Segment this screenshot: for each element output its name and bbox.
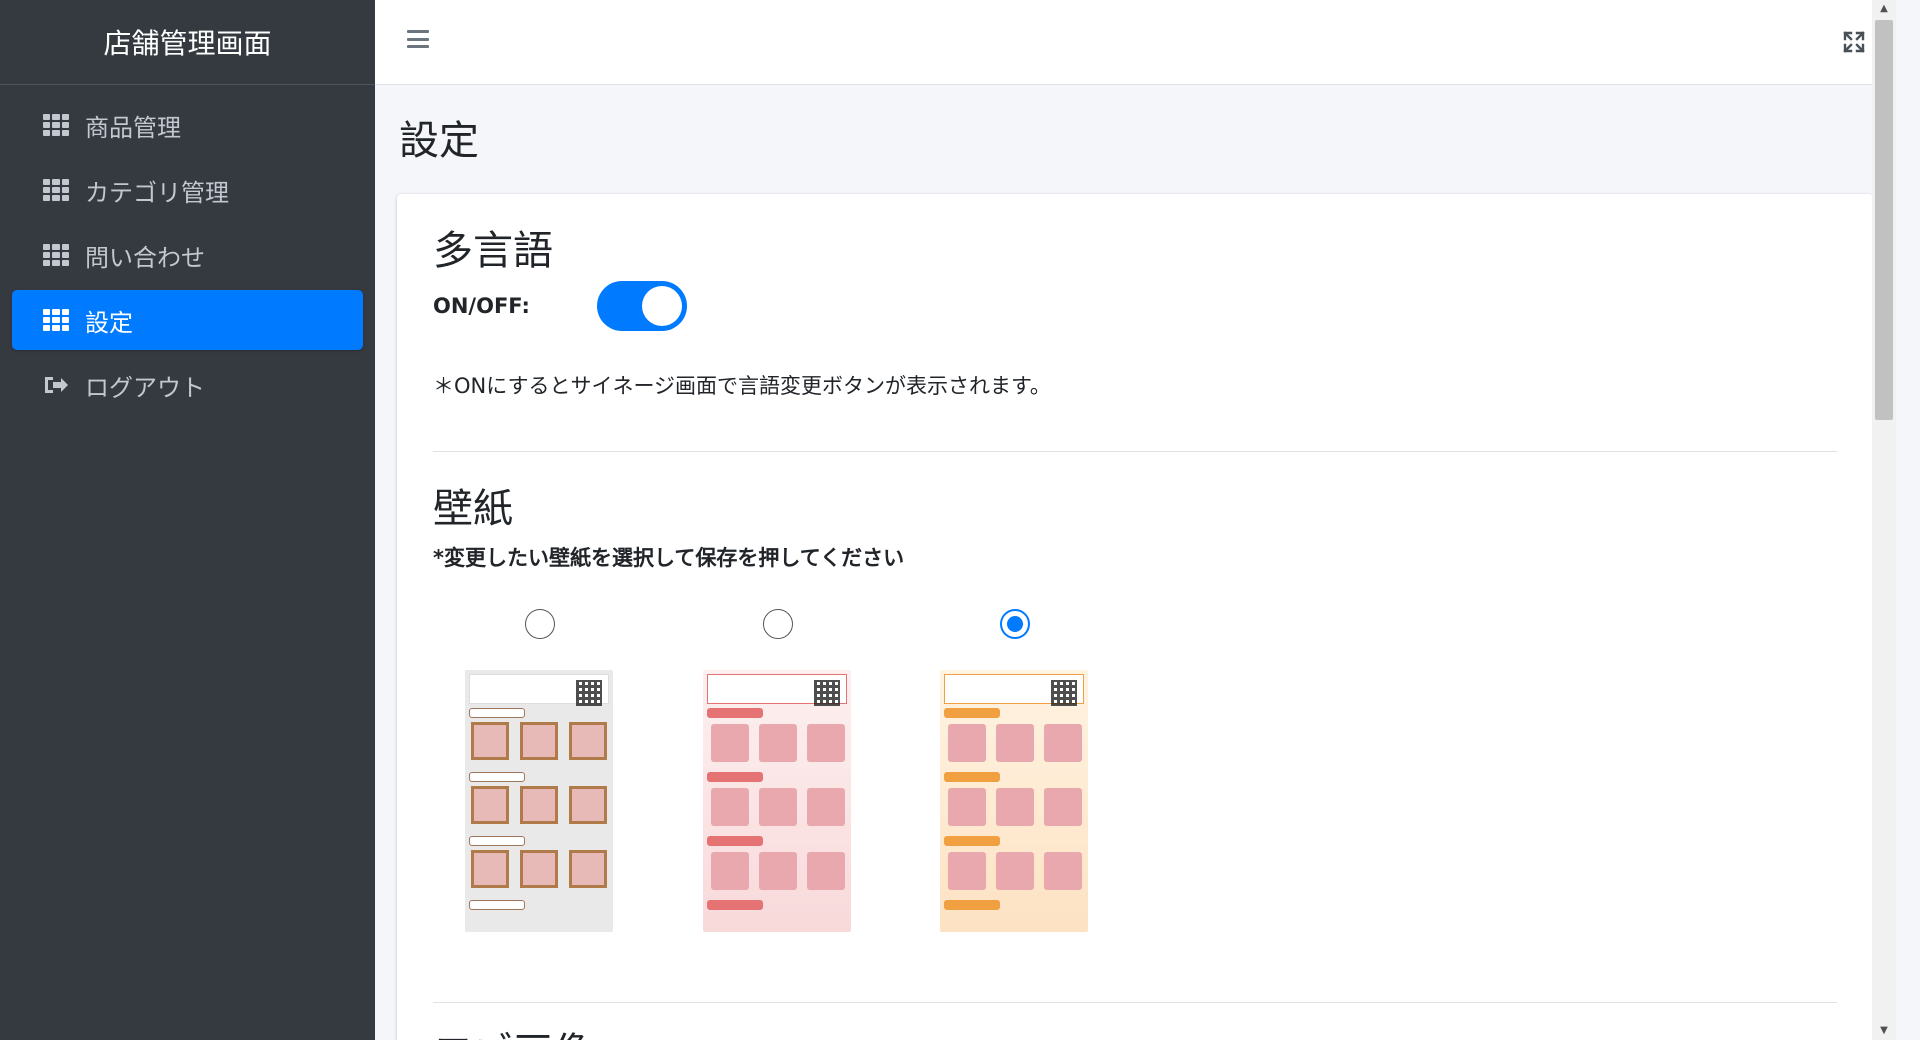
qr-code-icon bbox=[814, 680, 840, 706]
sidebar-item-label: 問い合わせ bbox=[85, 243, 205, 272]
wallpaper-radio-1[interactable] bbox=[525, 609, 555, 639]
sidebar-item-logout[interactable]: ログアウト bbox=[12, 355, 363, 415]
qr-code-icon bbox=[576, 680, 602, 706]
divider bbox=[433, 1002, 1837, 1003]
sign-out-icon bbox=[45, 377, 68, 393]
scrollbar-thumb[interactable] bbox=[1875, 20, 1893, 420]
sidebar-item-label: カテゴリ管理 bbox=[85, 178, 229, 207]
main-content: 設定 多言語 ON/OFF: ＊ONにするとサイネージ画面で言語変更ボタンが表示… bbox=[375, 0, 1896, 1040]
sidebar-item-label: 設定 bbox=[85, 308, 133, 337]
sidebar-nav: 商品管理 カテゴリ管理 問い合わせ 設定 ログアウト bbox=[0, 85, 375, 430]
multilingual-note: ＊ONにするとサイネージ画面で言語変更ボタンが表示されます。 bbox=[433, 374, 1051, 398]
scroll-up-icon[interactable]: ▲ bbox=[1872, 0, 1896, 18]
top-navbar bbox=[375, 0, 1896, 85]
grid-icon bbox=[43, 244, 69, 266]
sidebar-item-label: 商品管理 bbox=[85, 113, 181, 142]
logo-image-title: ロゴ画像 bbox=[433, 1020, 593, 1040]
multilingual-title: 多言語 bbox=[433, 228, 553, 274]
brand-title[interactable]: 店舗管理画面 bbox=[0, 0, 375, 85]
expand-icon[interactable] bbox=[1842, 30, 1866, 54]
scroll-down-icon[interactable]: ▼ bbox=[1872, 1022, 1896, 1040]
sidebar-item-categories[interactable]: カテゴリ管理 bbox=[12, 160, 363, 220]
multilingual-toggle[interactable] bbox=[597, 281, 687, 331]
sidebar-item-inquiries[interactable]: 問い合わせ bbox=[12, 225, 363, 285]
page-title: 設定 bbox=[399, 118, 479, 164]
sidebar-item-settings[interactable]: 設定 bbox=[12, 290, 363, 350]
sidebar-item-label: ログアウト bbox=[85, 373, 205, 402]
wallpaper-radio-2[interactable] bbox=[763, 609, 793, 639]
settings-card: 多言語 ON/OFF: ＊ONにするとサイネージ画面で言語変更ボタンが表示されま… bbox=[397, 194, 1873, 1040]
wallpaper-title: 壁紙 bbox=[433, 486, 513, 532]
hamburger-icon[interactable] bbox=[407, 30, 429, 48]
qr-code-icon bbox=[1051, 680, 1077, 706]
wallpaper-radio-3[interactable] bbox=[1000, 609, 1030, 639]
grid-icon bbox=[43, 114, 69, 136]
wallpaper-thumbnail-orange[interactable] bbox=[940, 670, 1088, 932]
page-scrollbar[interactable]: ▲ ▼ bbox=[1872, 0, 1896, 1040]
grid-icon bbox=[43, 309, 69, 331]
wallpaper-thumbnail-pink[interactable] bbox=[703, 670, 851, 932]
wallpaper-instruction: *変更したい壁紙を選択して保存を押してください bbox=[433, 546, 905, 570]
sidebar-item-products[interactable]: 商品管理 bbox=[12, 95, 363, 155]
app-root: 店舗管理画面 商品管理 カテゴリ管理 問い合わせ 設定 ログアウト 設定 多言語… bbox=[0, 0, 1920, 1040]
sidebar: 店舗管理画面 商品管理 カテゴリ管理 問い合わせ 設定 ログアウト bbox=[0, 0, 375, 1040]
toggle-knob bbox=[642, 286, 682, 326]
divider bbox=[433, 451, 1837, 452]
toggle-label: ON/OFF: bbox=[433, 294, 530, 318]
wallpaper-thumbnail-gray[interactable] bbox=[465, 670, 613, 932]
grid-icon bbox=[43, 179, 69, 201]
